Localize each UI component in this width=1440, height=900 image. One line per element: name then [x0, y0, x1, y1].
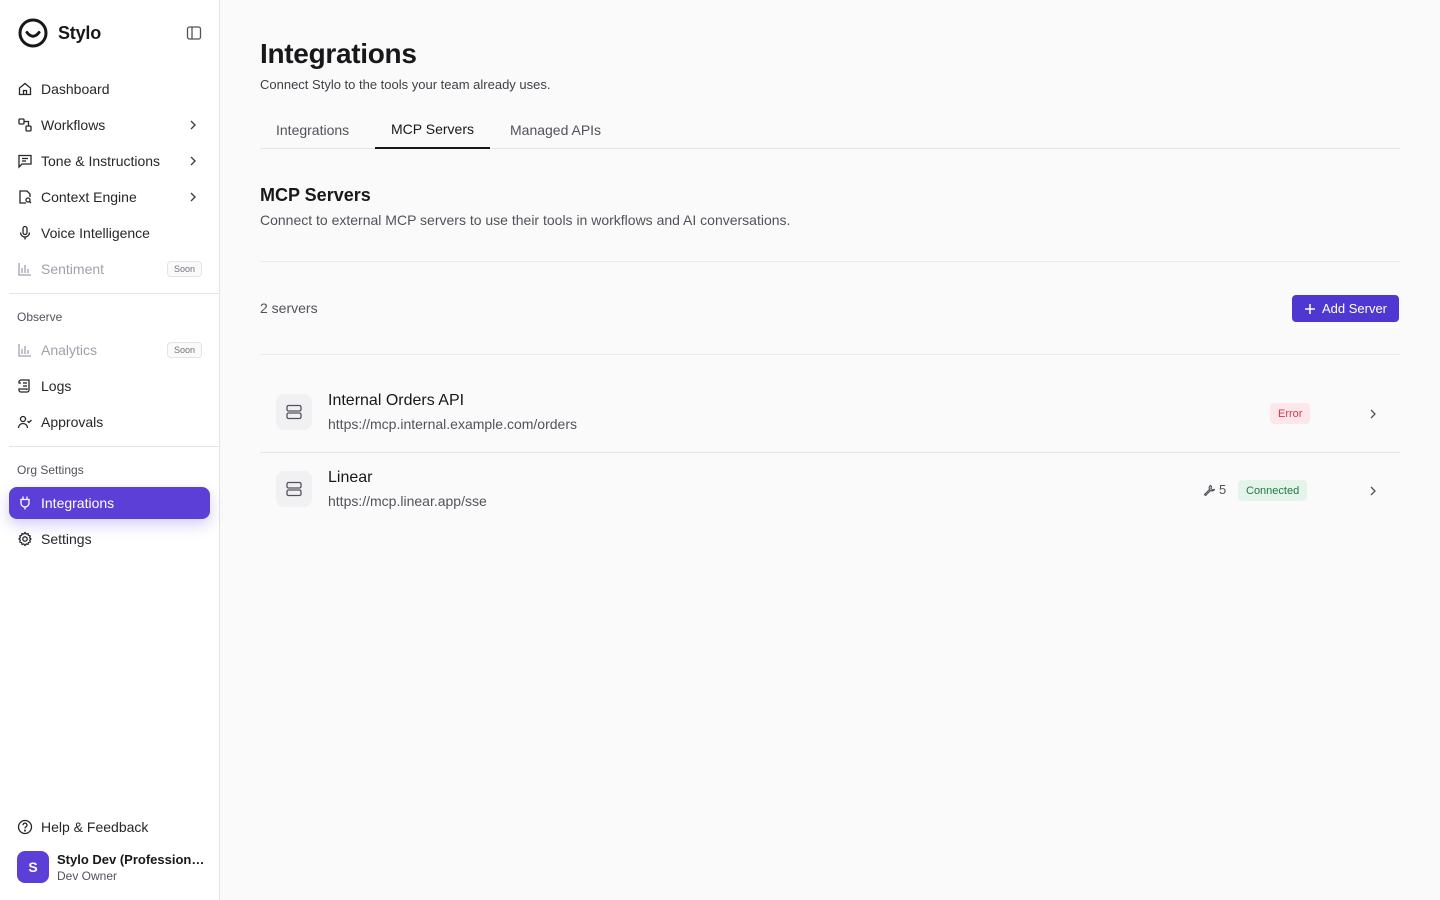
wrench-icon [1203, 484, 1215, 496]
user-check-icon [17, 415, 32, 429]
tool-count: 5 [1203, 482, 1226, 497]
sidebar-item-integrations[interactable]: Integrations [9, 487, 210, 519]
home-icon [18, 82, 32, 96]
user-name: Stylo Dev (Professional) [57, 851, 205, 867]
chevron-right-icon [1370, 486, 1376, 496]
sidebar-item-label: Workflows [41, 117, 106, 133]
chevron-right-icon [190, 192, 196, 202]
page-subtitle: Connect Stylo to the tools your team alr… [260, 77, 551, 92]
sidebar-item-context-engine[interactable]: Context Engine [9, 181, 210, 213]
chevron-right-icon [190, 156, 196, 166]
microphone-icon [19, 225, 31, 240]
soon-badge: Soon [166, 342, 202, 358]
sidebar-item-label: Approvals [41, 414, 104, 430]
section-title: MCP Servers [260, 185, 371, 205]
server-row[interactable]: Internal Orders API https://mcp.internal… [260, 376, 1400, 452]
section-description: Connect to external MCP servers to use t… [260, 212, 791, 228]
message-square-icon [18, 154, 32, 169]
sidebar-item-workflows[interactable]: Workflows [9, 109, 210, 141]
page-title: Integrations [260, 38, 417, 69]
sidebar-item-label: Tone & Instructions [41, 153, 161, 169]
sidebar-item-label: Settings [41, 531, 92, 547]
avatar: S [17, 851, 49, 883]
sidebar-item-sentiment: Sentiment Soon [9, 253, 210, 285]
sidebar-divider [9, 293, 219, 294]
server-name: Internal Orders API [328, 392, 465, 409]
bar-chart-icon [18, 344, 31, 357]
plus-icon [1304, 303, 1315, 314]
file-search-icon [19, 190, 32, 204]
sidebar-item-help-feedback[interactable]: Help & Feedback [9, 811, 210, 843]
add-server-button[interactable]: Add Server [1292, 295, 1399, 322]
list-divider [260, 354, 1400, 355]
sidebar-item-voice-intelligence[interactable]: Voice Intelligence [9, 217, 210, 249]
tab-mcp-servers[interactable]: MCP Servers [375, 110, 490, 149]
sidebar-item-logs[interactable]: Logs [9, 370, 210, 402]
tool-count-value: 5 [1219, 482, 1227, 497]
sidebar-item-label: Context Engine [41, 189, 137, 205]
sidebar-panel-icon [186, 26, 202, 40]
sidebar-item-tone-instructions[interactable]: Tone & Instructions [9, 145, 210, 177]
sidebar-item-label: Logs [41, 378, 72, 394]
sidebar-item-dashboard[interactable]: Dashboard [9, 73, 210, 105]
server-name: Linear [328, 469, 373, 486]
status-badge: Connected [1238, 480, 1308, 501]
main-content: Integrations Connect Stylo to the tools … [220, 0, 1440, 900]
sidebar-item-label: Integrations [41, 495, 115, 511]
gear-icon [18, 531, 32, 547]
sidebar-item-label: Analytics [41, 342, 98, 358]
scroll-icon [18, 379, 30, 393]
sidebar-item-settings[interactable]: Settings [9, 523, 210, 555]
tab-integrations[interactable]: Integrations [260, 110, 365, 149]
brand[interactable]: Stylo [18, 18, 101, 48]
server-count: 2 servers [260, 300, 318, 316]
sidebar-item-analytics: Analytics Soon [9, 334, 210, 366]
section-divider [260, 261, 1400, 262]
stylo-logo-icon [18, 18, 48, 48]
server-url: https://mcp.linear.app/sse [328, 493, 487, 509]
sidebar: Stylo Dashboard Workflows Tone & Instruc… [0, 0, 220, 900]
workflow-icon [18, 118, 32, 132]
section-label-observe: Observe [17, 310, 63, 324]
server-icon [276, 471, 312, 507]
server-row[interactable]: Linear https://mcp.linear.app/sse 5 Conn… [260, 453, 1400, 529]
brand-name: Stylo [58, 22, 102, 43]
sidebar-toggle-button[interactable] [184, 23, 204, 43]
server-icon [276, 394, 312, 430]
chevron-right-icon [190, 120, 196, 130]
help-circle-icon [17, 819, 33, 835]
add-server-label: Add Server [1321, 301, 1388, 316]
bar-chart-icon [18, 263, 31, 276]
status-badge: Error [1270, 403, 1311, 424]
server-url: https://mcp.internal.example.com/orders [328, 416, 577, 432]
sidebar-divider [9, 446, 219, 447]
user-menu[interactable]: S Stylo Dev (Professional) Dev Owner [17, 851, 207, 883]
sidebar-item-label: Sentiment [41, 261, 105, 277]
sidebar-item-label: Dashboard [41, 81, 110, 97]
sidebar-item-label: Voice Intelligence [41, 225, 150, 241]
chevron-right-icon [1370, 409, 1376, 419]
sidebar-item-approvals[interactable]: Approvals [9, 406, 210, 438]
sidebar-item-label: Help & Feedback [41, 819, 149, 835]
user-role: Dev Owner [57, 868, 118, 883]
plug-icon [20, 496, 30, 510]
tab-managed-apis[interactable]: Managed APIs [494, 110, 617, 149]
soon-badge: Soon [166, 261, 202, 277]
section-label-org-settings: Org Settings [17, 463, 84, 477]
tab-bar: Integrations MCP Servers Managed APIs [260, 110, 1400, 149]
